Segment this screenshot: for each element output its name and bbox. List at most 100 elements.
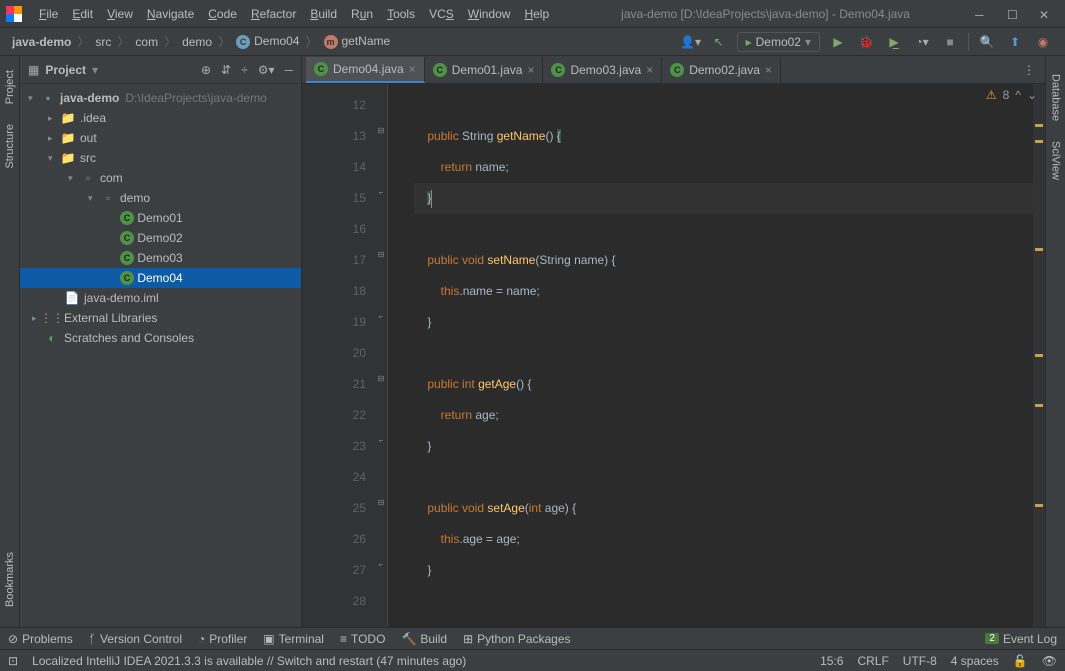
tree-scratches[interactable]: ◐Scratches and Consoles [20, 328, 301, 348]
fold-end-icon[interactable]: ⌐ [376, 188, 386, 198]
line-number[interactable]: 21 [302, 369, 366, 400]
profile-icon[interactable]: ◔▾ [910, 31, 934, 53]
line-number[interactable]: 15 [302, 183, 366, 214]
readonly-lock-icon[interactable]: 🔓 [1013, 654, 1028, 668]
status-message[interactable]: Localized IntelliJ IDEA 2021.3.3 is avai… [32, 654, 466, 668]
intentions-icon[interactable]: 👁 [1042, 654, 1057, 668]
fold-end-icon[interactable]: ⌐ [376, 560, 386, 570]
close-tab-icon[interactable]: × [646, 63, 653, 77]
line-number[interactable]: 22 [302, 400, 366, 431]
user-icon[interactable]: 👤▾ [679, 31, 703, 53]
debug-button-icon[interactable]: 🐞 [854, 31, 878, 53]
tab-demo01[interactable]: CDemo01.java× [425, 57, 544, 83]
chevron-down-icon[interactable]: ⌄ [1027, 88, 1037, 102]
tree-demo03[interactable]: C Demo03 [20, 248, 301, 268]
run-button-icon[interactable]: ▶ [826, 31, 850, 53]
crumb-project[interactable]: java-demo [8, 35, 75, 49]
chevron-down-icon[interactable]: ▾ [92, 63, 98, 77]
project-tree[interactable]: ▾▪java-demoD:\IdeaProjects\java-demo ▸📁.… [20, 84, 301, 627]
line-number[interactable]: 24 [302, 462, 366, 493]
project-panel-title[interactable]: Project [45, 63, 86, 77]
line-number[interactable]: 28 [302, 586, 366, 617]
tool-tab-structure[interactable]: Structure [2, 114, 18, 179]
collapse-all-icon[interactable]: ÷ [241, 63, 248, 77]
menu-view[interactable]: View [100, 3, 140, 25]
line-number[interactable]: 12 [302, 90, 366, 121]
close-icon[interactable]: ✕ [1039, 8, 1051, 20]
crumb-com[interactable]: com [131, 35, 162, 49]
status-indent[interactable]: 4 spaces [951, 654, 999, 668]
crumb-class[interactable]: CDemo04 [232, 34, 303, 49]
warning-mark[interactable] [1035, 248, 1043, 251]
tool-build[interactable]: 🔨Build [401, 632, 447, 646]
line-number[interactable]: 26 [302, 524, 366, 555]
tree-iml[interactable]: 📄java-demo.iml [20, 288, 301, 308]
tool-event-log[interactable]: 2Event Log [985, 632, 1057, 646]
menu-window[interactable]: Window [461, 3, 518, 25]
tree-out[interactable]: ▸📁out [20, 128, 301, 148]
sync-icon[interactable]: ⬆ [1003, 31, 1027, 53]
fold-start-icon[interactable]: ⊟ [376, 498, 386, 508]
menu-edit[interactable]: Edit [65, 3, 100, 25]
hide-icon[interactable]: ─ [284, 63, 293, 77]
tool-vcs[interactable]: ᚶVersion Control [89, 632, 182, 646]
ide-features-icon[interactable]: ◉ [1031, 31, 1055, 53]
maximize-icon[interactable]: ☐ [1007, 8, 1019, 20]
tool-python-packages[interactable]: ⊞Python Packages [463, 632, 570, 646]
menu-vcs[interactable]: VCS [422, 3, 461, 25]
build-hammer-icon[interactable]: ↖ [707, 31, 731, 53]
menu-code[interactable]: Code [201, 3, 244, 25]
tree-demo04[interactable]: C Demo04 [20, 268, 301, 288]
tree-idea[interactable]: ▸📁.idea [20, 108, 301, 128]
menu-run[interactable]: Run [344, 3, 380, 25]
menu-file[interactable]: File [32, 3, 65, 25]
gear-icon[interactable]: ⚙▾ [258, 63, 275, 77]
expand-all-icon[interactable]: ⇵ [221, 63, 231, 77]
tool-todo[interactable]: ≡TODO [340, 632, 385, 646]
minimize-icon[interactable]: ─ [975, 8, 987, 20]
warning-mark[interactable] [1035, 504, 1043, 507]
chevron-up-icon[interactable]: ^ [1015, 88, 1021, 102]
menu-build[interactable]: Build [303, 3, 344, 25]
menu-refactor[interactable]: Refactor [244, 3, 303, 25]
select-opened-icon[interactable]: ⊕ [201, 63, 211, 77]
line-number[interactable]: 16 [302, 214, 366, 245]
tree-root[interactable]: ▾▪java-demoD:\IdeaProjects\java-demo [20, 88, 301, 108]
tool-profiler[interactable]: ◔Profiler [198, 632, 247, 646]
crumb-src[interactable]: src [91, 35, 115, 49]
status-position[interactable]: 15:6 [820, 654, 843, 668]
crumb-method[interactable]: mgetName [320, 34, 395, 49]
code-content[interactable]: public String getName() { return name; }… [388, 84, 1033, 627]
close-tab-icon[interactable]: × [527, 63, 534, 77]
menu-help[interactable]: Help [517, 3, 556, 25]
code-editor[interactable]: 12 13 14 15 16 17 18 19 20 21 22 23 24 2… [302, 84, 1045, 627]
close-tab-icon[interactable]: × [409, 62, 416, 76]
line-number[interactable]: 17 [302, 245, 366, 276]
tree-demo[interactable]: ▾▫demo [20, 188, 301, 208]
line-number[interactable]: 29 [302, 617, 366, 627]
tab-demo03[interactable]: CDemo03.java× [543, 57, 662, 83]
fold-start-icon[interactable]: ⊟ [376, 126, 386, 136]
stop-icon[interactable]: ■ [938, 31, 962, 53]
fold-gutter[interactable]: ⊟ ⌐ ⊟ ⌐ ⊟ ⌐ ⊟ ⌐ [374, 84, 388, 627]
tab-demo04[interactable]: CDemo04.java× [306, 57, 425, 83]
run-config-selector[interactable]: ▸ Demo02 ▾ [737, 32, 820, 52]
tree-src[interactable]: ▾📁src [20, 148, 301, 168]
tool-tab-project[interactable]: Project [2, 60, 18, 114]
tool-tab-database[interactable]: Database [1048, 64, 1064, 131]
crumb-demo[interactable]: demo [178, 35, 216, 49]
tool-tab-sciview[interactable]: SciView [1048, 131, 1064, 190]
line-number[interactable]: 23 [302, 431, 366, 462]
fold-start-icon[interactable]: ⊟ [376, 374, 386, 384]
fold-end-icon[interactable]: ⌐ [376, 436, 386, 446]
status-line-sep[interactable]: CRLF [857, 654, 888, 668]
fold-start-icon[interactable]: ⊟ [376, 250, 386, 260]
coverage-icon[interactable]: ▶̲ [882, 31, 906, 53]
line-number[interactable]: 27 [302, 555, 366, 586]
status-encoding[interactable]: UTF-8 [903, 654, 937, 668]
error-stripe[interactable] [1033, 84, 1045, 627]
search-icon[interactable]: 🔍 [975, 31, 999, 53]
inspection-widget[interactable]: ⚠ 8 ^ ⌄ [986, 88, 1037, 102]
warning-mark[interactable] [1035, 404, 1043, 407]
line-number[interactable]: 14 [302, 152, 366, 183]
